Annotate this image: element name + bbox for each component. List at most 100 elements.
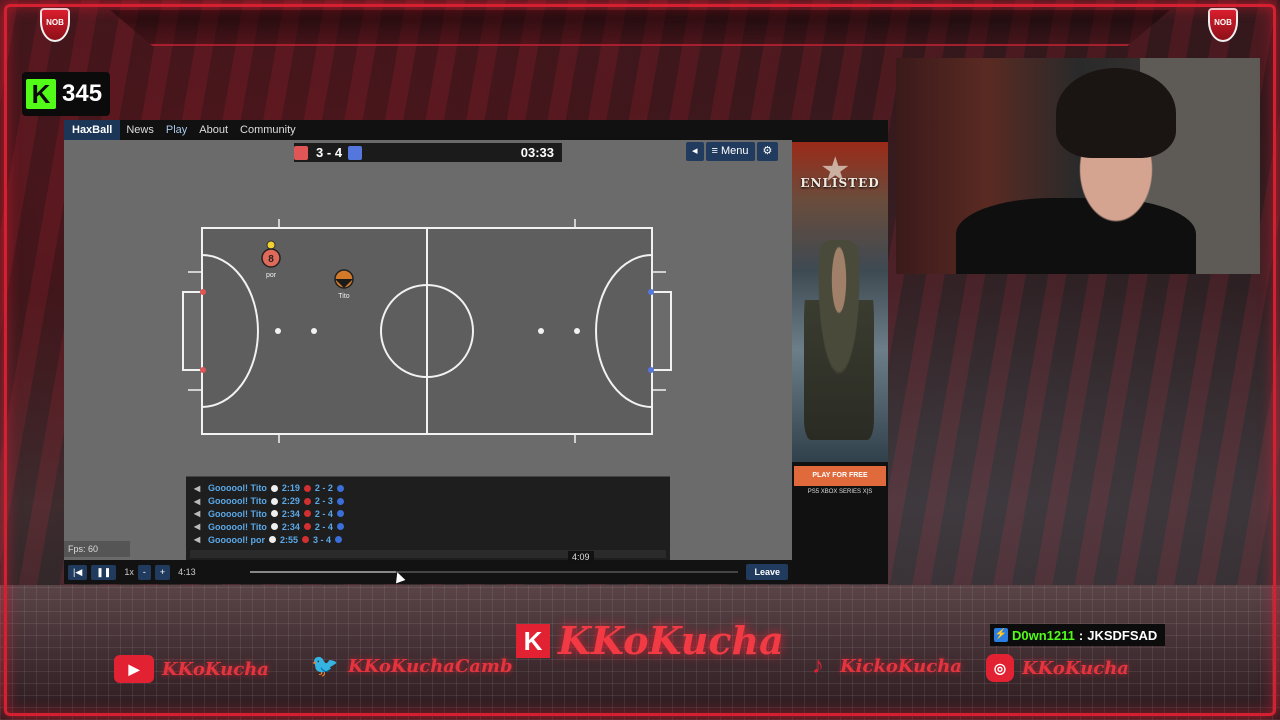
ball-icon xyxy=(270,510,278,518)
chat-line: ◀ Goooool! Tito 2:19 2 - 2 xyxy=(194,482,662,495)
twitter-handle: KKoKuchaCamb xyxy=(348,655,513,677)
current-time: 4:13 xyxy=(178,567,196,577)
social-youtube: ▶ KKoKucha xyxy=(114,655,269,683)
pause-icon[interactable]: ❚❚ xyxy=(91,564,117,580)
haxball-navbar: HaxBall News Play About Community xyxy=(64,120,888,140)
chat-score: 2 - 4 xyxy=(314,508,333,519)
chat-input[interactable] xyxy=(190,550,666,558)
chat-line: ◀ Goooool! Tito 2:34 2 - 4 xyxy=(194,508,662,521)
blue-score: 4 xyxy=(334,145,343,160)
player-tito-name: Tito xyxy=(338,293,350,300)
ad-soldier-image xyxy=(804,240,874,440)
youtube-handle: KKoKucha xyxy=(162,658,269,680)
speed-label[interactable]: 1x xyxy=(124,567,134,577)
chat-line: ◀ Goooool! por 2:55 3 - 4 xyxy=(194,533,662,546)
blue-dot-icon xyxy=(336,484,344,492)
ad-title: ENLISTED xyxy=(800,176,880,190)
right-post-bottom xyxy=(648,367,654,373)
replay-timeline[interactable]: 4:09 xyxy=(250,551,738,573)
youtube-icon: ▶ xyxy=(114,655,154,683)
frame-top-bar xyxy=(110,10,1170,46)
red-dot-icon xyxy=(303,484,311,492)
game-area[interactable]: 3 - 4 03:33 ◂ ≡ Menu ⚙ 8 por Tito Fps: 6… xyxy=(64,140,792,560)
score-display: 3 - 4 xyxy=(316,145,342,160)
speed-down-button[interactable]: - xyxy=(137,564,151,580)
chat-time: 2:34 xyxy=(281,521,300,532)
speed-up-button[interactable]: + xyxy=(154,564,171,580)
futsal-field: 8 por Tito xyxy=(182,219,672,443)
left-post-top xyxy=(200,289,206,295)
nav-link-about[interactable]: About xyxy=(193,124,234,136)
nav-link-community[interactable]: Community xyxy=(234,124,302,136)
chat-text: Goooool! por xyxy=(208,534,265,545)
instagram-handle: KKoKucha xyxy=(1022,657,1129,679)
game-chat-log: ◀ Goooool! Tito 2:19 2 - 2 ◀ Goooool! Ti… xyxy=(186,476,670,560)
ad-platforms: PS5 XBOX SERIES X|S xyxy=(807,489,873,495)
left-post-bottom xyxy=(200,367,206,373)
chat-time: 2:34 xyxy=(281,508,300,519)
speaker-icon: ◀ xyxy=(194,522,201,532)
leave-button[interactable]: Leave xyxy=(746,564,788,580)
red-dot-icon xyxy=(303,497,311,505)
chat-text: Goooool! Tito xyxy=(208,483,267,494)
ball-icon xyxy=(270,497,278,505)
tiktok-handle: KickoKucha xyxy=(840,655,962,677)
chat-time: 2:55 xyxy=(279,534,298,545)
chat-time: 2:19 xyxy=(281,483,300,494)
menu-button[interactable]: ≡ Menu xyxy=(705,142,755,161)
chat-line: ◀ Goooool! Tito 2:34 2 - 4 xyxy=(194,520,662,533)
play-for-free-button[interactable]: PLAY FOR FREE xyxy=(794,466,886,486)
blue-team-swatch xyxy=(348,145,363,160)
viewer-count: 345 xyxy=(62,80,103,107)
chat-text: Goooool! Tito xyxy=(208,521,267,532)
skip-back-icon[interactable]: |◀ xyxy=(68,564,88,580)
chat-score: 2 - 2 xyxy=(314,483,333,494)
right-spot-2 xyxy=(574,328,580,334)
replay-controls: |◀ ❚❚ 1x - + 4:13 4:09 Leave xyxy=(64,551,792,584)
chat-text: Goooool! Tito xyxy=(208,496,267,507)
right-goal xyxy=(651,291,672,371)
ball-icon xyxy=(268,536,276,544)
haxball-brand-link[interactable]: HaxBall xyxy=(64,120,121,140)
scoreboard: 3 - 4 03:33 xyxy=(294,143,562,162)
left-goal xyxy=(182,291,203,371)
nav-link-play[interactable]: Play xyxy=(160,124,193,136)
webcam-person-hair xyxy=(1056,68,1176,158)
score-separator: - xyxy=(326,145,332,160)
social-twitter: 🐦 KKoKuchaCamb xyxy=(310,652,513,680)
red-dot-icon xyxy=(303,510,311,518)
speaker-icon: ◀ xyxy=(194,509,201,519)
player-por-name: por xyxy=(266,272,277,279)
left-spot-1 xyxy=(275,328,281,334)
chat-score: 2 - 4 xyxy=(314,521,333,532)
red-dot-icon xyxy=(302,536,309,544)
tiktok-icon: ♪ xyxy=(812,652,824,679)
nav-link-news[interactable]: News xyxy=(120,124,160,136)
right-post-top xyxy=(648,289,654,295)
red-score: 3 xyxy=(316,145,324,160)
gear-icon[interactable]: ⚙ xyxy=(756,142,779,161)
timeline-hover-time: 4:09 xyxy=(568,551,594,563)
triangle-left-icon[interactable]: ◂ xyxy=(686,142,704,161)
red-dot-icon xyxy=(303,523,311,531)
speaker-icon: ◀ xyxy=(194,483,201,493)
webcam-feed xyxy=(896,58,1260,274)
blue-dot-icon xyxy=(336,497,344,505)
socials-footer: ▶ KKoKucha 🐦 KKoKuchaCamb ♪ KickoKucha ◎… xyxy=(0,640,1280,700)
instagram-icon: ◎ xyxy=(986,654,1014,682)
blue-dot-icon xyxy=(336,510,344,518)
ad-panel[interactable]: ★ ENLISTED PLAY FOR FREE PS5 XBOX SERIES… xyxy=(792,140,888,584)
chat-line: ◀ Goooool! Tito 2:29 2 - 3 xyxy=(194,495,662,508)
speaker-icon: ◀ xyxy=(194,535,201,545)
player-por-number: 8 xyxy=(268,254,274,265)
social-tiktok: ♪ KickoKucha xyxy=(804,652,962,680)
blue-dot-icon xyxy=(336,523,344,531)
left-spot-2 xyxy=(311,328,317,334)
speaker-icon: ◀ xyxy=(194,496,201,506)
chat-text: Goooool! Tito xyxy=(208,508,267,519)
red-team-swatch xyxy=(294,145,308,160)
twitter-icon: 🐦 xyxy=(311,653,339,678)
blue-dot-icon xyxy=(335,536,343,544)
kick-logo-icon: K xyxy=(26,79,56,109)
chat-score: 3 - 4 xyxy=(313,534,332,545)
